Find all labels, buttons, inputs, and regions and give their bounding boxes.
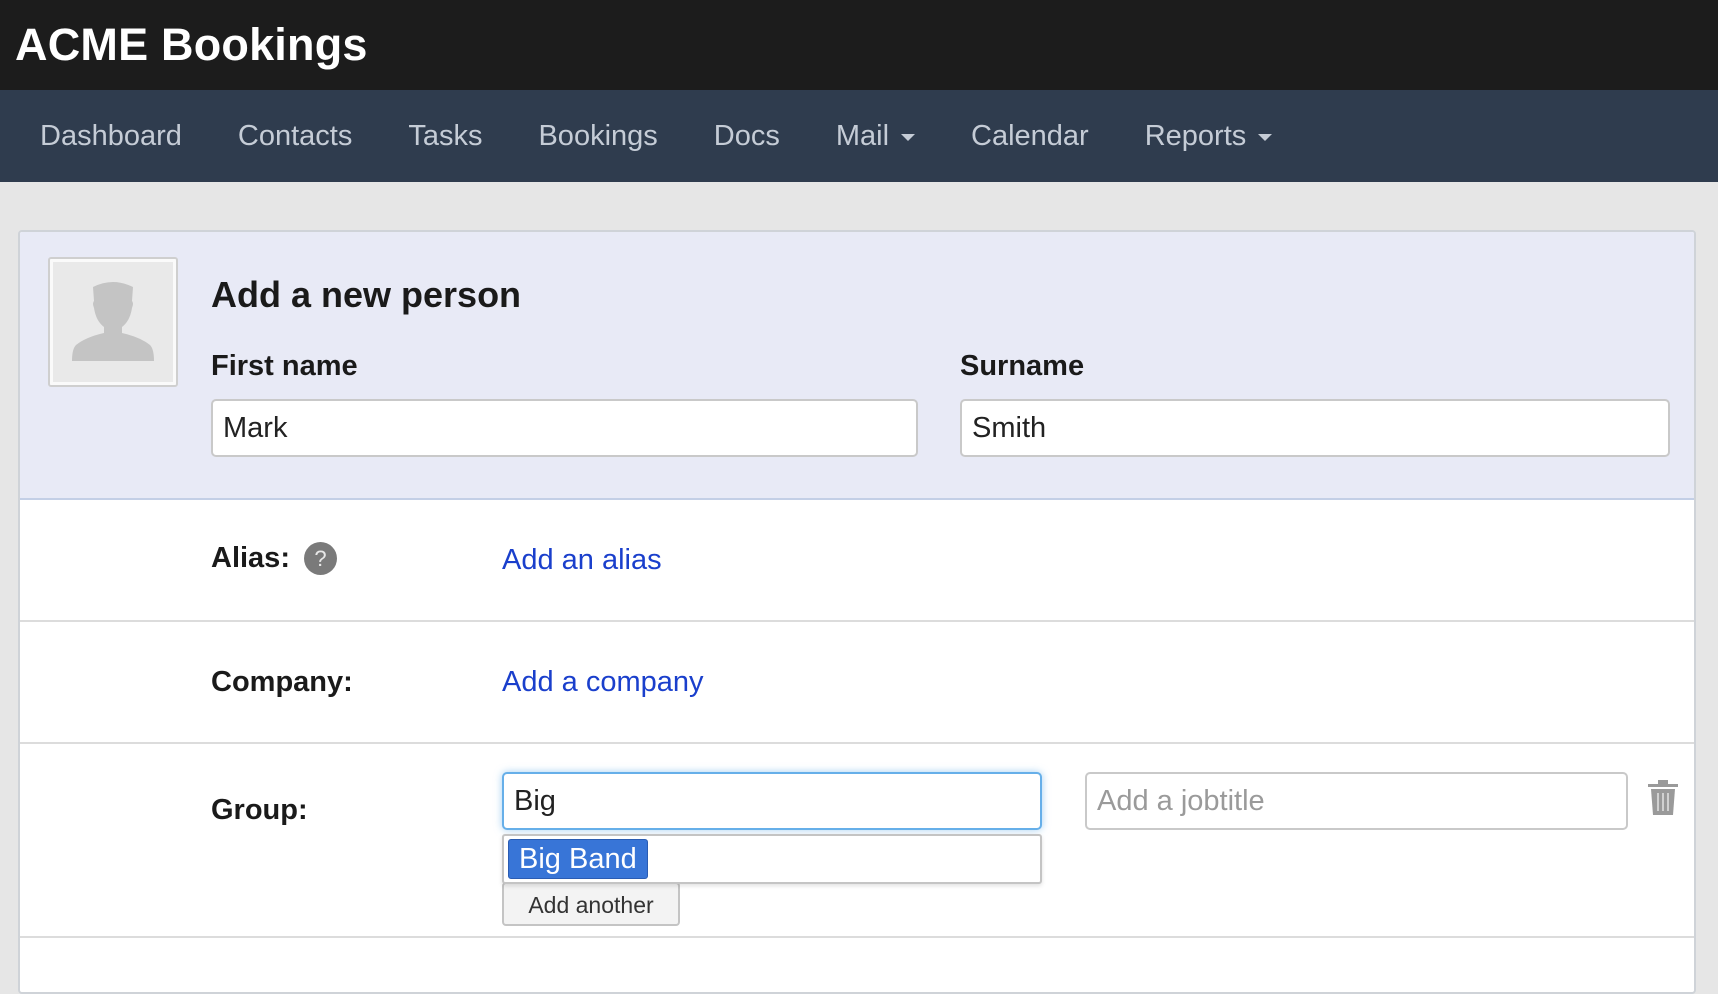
nav-contacts[interactable]: Contacts (238, 120, 352, 153)
group-label: Group: (211, 794, 308, 826)
group-input[interactable] (502, 772, 1042, 830)
nav-bookings[interactable]: Bookings (538, 120, 657, 153)
first-name-label: First name (211, 350, 358, 382)
alias-label-group: Alias: ? (211, 542, 337, 575)
question-mark-icon[interactable]: ? (303, 542, 337, 575)
nav-mail-label: Mail (835, 119, 890, 152)
add-alias-link[interactable]: Add an alias (502, 544, 662, 577)
nav-reports[interactable]: Reports (1145, 120, 1273, 153)
person-silhouette-icon (72, 282, 154, 361)
caret-down-icon (901, 134, 916, 141)
person-form-card: Add a new person First name Surname Alia… (18, 230, 1696, 994)
surname-label: Surname (960, 350, 1085, 382)
surname-input[interactable] (960, 399, 1670, 457)
first-name-input[interactable] (211, 399, 918, 457)
caret-down-icon (1258, 134, 1273, 141)
top-bar: ACME Bookings (0, 0, 1718, 90)
avatar[interactable] (48, 257, 178, 387)
add-another-button[interactable]: Add another (502, 882, 680, 926)
add-company-link[interactable]: Add a company (502, 666, 704, 699)
nav-docs[interactable]: Docs (714, 120, 780, 153)
alias-label: Alias: (211, 542, 290, 574)
form-header-panel: Add a new person First name Surname (20, 232, 1694, 500)
alias-row: Alias: ? Add an alias (20, 500, 1694, 622)
nav-tasks[interactable]: Tasks (408, 120, 482, 153)
main-nav: Dashboard Contacts Tasks Bookings Docs M… (0, 90, 1718, 182)
group-row: Group: Add another Big Band (20, 744, 1694, 938)
nav-mail[interactable]: Mail (835, 119, 916, 153)
nav-calendar[interactable]: Calendar (971, 120, 1089, 153)
company-label: Company: (211, 666, 353, 698)
trash-icon[interactable] (1647, 780, 1679, 816)
company-row: Company: Add a company (20, 622, 1694, 744)
app-brand[interactable]: ACME Bookings (15, 19, 368, 71)
group-suggestions-dropdown: Big Band (502, 834, 1042, 884)
form-title: Add a new person (211, 274, 522, 315)
nav-dashboard[interactable]: Dashboard (40, 120, 182, 153)
group-suggestion-item[interactable]: Big Band (508, 839, 648, 879)
nav-reports-label: Reports (1144, 119, 1247, 152)
jobtitle-input[interactable] (1085, 772, 1628, 830)
